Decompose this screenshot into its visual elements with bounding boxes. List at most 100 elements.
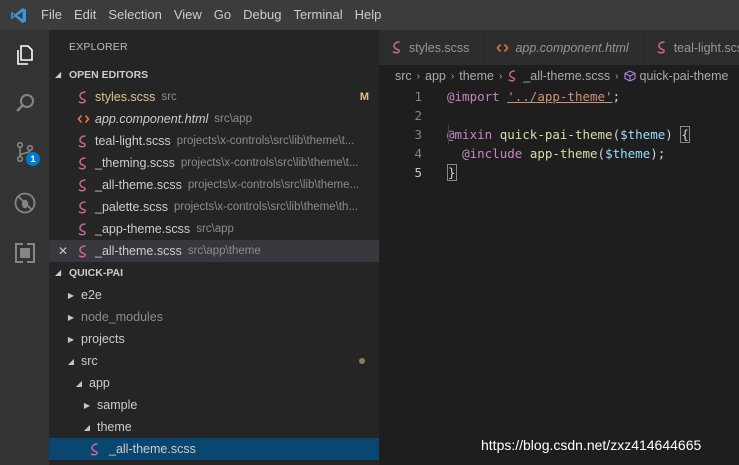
- file-all-theme-selected[interactable]: _all-theme.scss: [49, 438, 379, 460]
- close-icon[interactable]: ✕: [49, 244, 77, 258]
- folder-node-modules[interactable]: ▶ node_modules: [49, 306, 379, 328]
- folder-theme[interactable]: ◢ theme: [49, 416, 379, 438]
- open-editors-header[interactable]: ◢ OPEN EDITORS: [49, 64, 379, 86]
- chevron-down-icon: ◢: [55, 70, 62, 79]
- files-icon[interactable]: [0, 33, 49, 77]
- tab-styles[interactable]: styles.scss: [379, 30, 485, 65]
- menu-terminal[interactable]: Terminal: [287, 0, 348, 30]
- menu-edit[interactable]: Edit: [68, 0, 102, 30]
- scss-file-icon: [77, 222, 93, 236]
- file-name: _palette.scss: [95, 200, 168, 214]
- tab-label: app.component.html: [515, 40, 629, 55]
- chevron-right-icon: ▶: [67, 334, 75, 344]
- menu-file[interactable]: File: [36, 0, 68, 30]
- folder-e2e[interactable]: ▶ e2e: [49, 284, 379, 306]
- tab-app-component[interactable]: app.component.html: [484, 30, 644, 65]
- code-punct: (: [597, 146, 606, 161]
- file-name: _all-theme.scss: [95, 244, 182, 258]
- code-punct: ): [665, 127, 681, 142]
- chevron-down-icon: ◢: [67, 356, 75, 366]
- folder-label: sample: [97, 398, 138, 412]
- scss-file-icon: [77, 156, 93, 170]
- line-number: 5: [414, 165, 422, 180]
- search-icon[interactable]: [0, 81, 49, 125]
- breadcrumb-symbol[interactable]: quick-pai-theme: [640, 69, 729, 83]
- indent-guide: [448, 125, 449, 144]
- code-keyword: @mixin: [447, 127, 493, 142]
- menu-bar: File Edit Selection View Go Debug Termin…: [36, 0, 387, 30]
- project-header[interactable]: ◢ QUICK-PAI: [49, 262, 379, 284]
- tab-teal-light[interactable]: teal-light.scss: [643, 30, 739, 65]
- file-name: _theming.scss: [95, 156, 175, 170]
- scss-file-icon: [391, 41, 403, 54]
- file-path: src\app: [196, 223, 234, 235]
- chevron-right-icon: ›: [498, 70, 503, 82]
- open-editor-styles[interactable]: styles.scss src M: [49, 86, 379, 108]
- menu-go[interactable]: Go: [208, 0, 237, 30]
- code-variable: $theme: [605, 146, 651, 161]
- file-name: _app-theme.scss: [95, 222, 191, 236]
- file-label: _all-theme.scss: [109, 442, 196, 456]
- code-keyword: @include: [462, 146, 523, 161]
- folder-projects[interactable]: ▶ projects: [49, 328, 379, 350]
- code-line: 5 }: [379, 163, 739, 182]
- code-line: 2: [379, 106, 739, 125]
- breadcrumb: src › app › theme › _all-theme.scss › qu…: [379, 65, 739, 87]
- editor-tabs: styles.scss app.component.html teal-ligh…: [379, 30, 739, 65]
- code-brace: {: [680, 126, 690, 143]
- code-editor[interactable]: 1 @import '../app-theme'; 2 3 @mixin qui…: [379, 87, 739, 182]
- source-control-icon[interactable]: 1: [0, 130, 49, 174]
- chevron-right-icon: ▶: [67, 290, 75, 300]
- folder-src[interactable]: ◢ src: [49, 350, 379, 372]
- file-name: teal-light.scss: [95, 134, 171, 148]
- code-function: app-theme: [529, 146, 598, 161]
- scss-file-icon: [89, 442, 105, 456]
- folder-app[interactable]: ◢ app: [49, 372, 379, 394]
- open-editor-all-theme-active[interactable]: ✕ _all-theme.scss src\app\theme: [49, 240, 379, 262]
- code-variable: $theme: [620, 127, 666, 142]
- folder-sample[interactable]: ▶ sample: [49, 394, 379, 416]
- extensions-icon[interactable]: [0, 231, 49, 275]
- menu-view[interactable]: View: [168, 0, 208, 30]
- watermark-text: https://blog.csdn.net/zxz414644665: [481, 437, 702, 453]
- tab-label: teal-light.scss: [673, 40, 739, 55]
- open-editor-app-theme[interactable]: _app-theme.scss src\app: [49, 218, 379, 240]
- line-number: 1: [414, 89, 422, 104]
- code-line: 3 @mixin quick-pai-theme($theme) {: [379, 125, 739, 144]
- menu-help[interactable]: Help: [349, 0, 388, 30]
- file-path: projects\x-controls\src\lib\theme...: [187, 179, 360, 191]
- debug-icon[interactable]: [0, 181, 49, 225]
- file-path: projects\x-controls\src\lib\theme\t...: [180, 157, 359, 169]
- code-function: quick-pai-theme: [499, 127, 613, 142]
- symbol-cube-icon: [623, 70, 636, 82]
- chevron-right-icon: ›: [615, 70, 619, 82]
- open-editor-theming[interactable]: _theming.scss projects\x-controls\src\li…: [49, 152, 379, 174]
- breadcrumb-src[interactable]: src: [395, 69, 412, 83]
- file-name: _all-theme.scss: [95, 178, 182, 192]
- code-string: '../app-theme': [507, 89, 613, 104]
- chevron-down-icon: ◢: [75, 378, 83, 388]
- title-bar: File Edit Selection View Go Debug Termin…: [0, 0, 739, 30]
- project-title: QUICK-PAI: [69, 267, 124, 279]
- sidebar-title: EXPLORER: [69, 41, 128, 53]
- menu-selection[interactable]: Selection: [102, 0, 167, 30]
- breadcrumb-theme[interactable]: theme: [459, 69, 494, 83]
- html-file-icon: [77, 113, 93, 125]
- open-editor-app-component[interactable]: app.component.html src\app: [49, 108, 379, 130]
- breadcrumb-app[interactable]: app: [425, 69, 446, 83]
- open-editor-all-theme-lib[interactable]: _all-theme.scss projects\x-controls\src\…: [49, 174, 379, 196]
- file-path: src\app: [214, 113, 252, 125]
- open-editor-palette[interactable]: _palette.scss projects\x-controls\src\li…: [49, 196, 379, 218]
- activity-bar: 1: [0, 30, 49, 465]
- chevron-right-icon: ▶: [67, 312, 75, 322]
- breadcrumb-file[interactable]: _all-theme.scss: [523, 69, 610, 83]
- scss-file-icon: [77, 90, 93, 104]
- modified-dot-icon: [359, 358, 365, 364]
- folder-label: node_modules: [81, 310, 164, 324]
- code-keyword: @import: [447, 89, 500, 104]
- open-editor-teal-light[interactable]: teal-light.scss projects\x-controls\src\…: [49, 130, 379, 152]
- code-punct: ;: [612, 89, 621, 104]
- menu-debug[interactable]: Debug: [237, 0, 287, 30]
- folder-label: theme: [97, 420, 132, 434]
- chevron-right-icon: ›: [416, 70, 421, 82]
